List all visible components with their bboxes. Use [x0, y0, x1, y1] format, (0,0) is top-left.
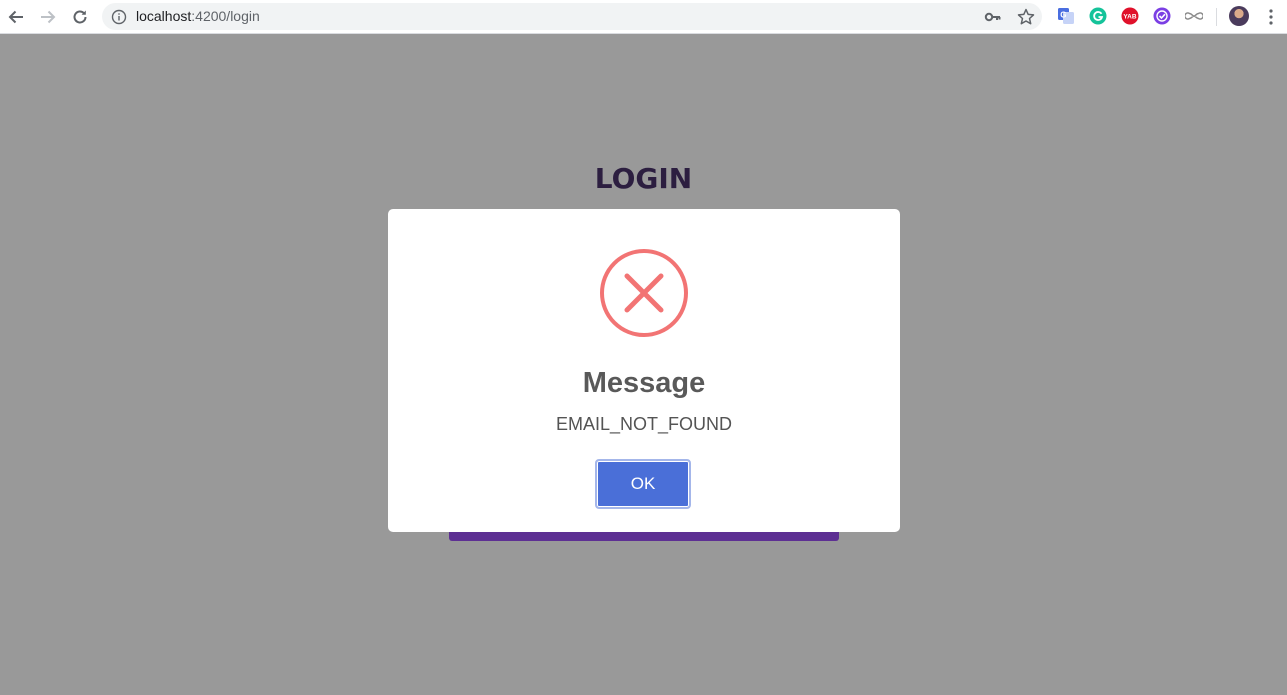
profile-avatar[interactable]	[1229, 6, 1249, 26]
page-title: LOGIN	[594, 162, 693, 195]
url-text: localhost:4200/login	[136, 8, 260, 24]
dialog-message: EMAIL_NOT_FOUND	[555, 414, 733, 434]
alert-dialog: Message EMAIL_NOT_FOUND OK	[388, 209, 900, 532]
svg-text:G: G	[1060, 11, 1066, 20]
dialog-title: Message	[582, 367, 706, 399]
kebab-menu-icon[interactable]	[1263, 7, 1279, 27]
url-host: localhost	[136, 8, 192, 24]
translate-extension-icon[interactable]: G	[1057, 7, 1075, 25]
infinity-extension-icon[interactable]	[1185, 7, 1203, 25]
error-x-icon	[600, 249, 688, 337]
ok-button[interactable]: OK	[595, 459, 691, 509]
address-bar[interactable]: localhost:4200/login	[102, 3, 1042, 30]
checkmark-extension-icon[interactable]	[1153, 7, 1171, 25]
toolbar-separator	[1216, 8, 1217, 26]
info-icon[interactable]	[111, 9, 127, 25]
reload-icon[interactable]	[67, 4, 93, 30]
key-icon[interactable]	[984, 8, 1002, 26]
forward-arrow-icon[interactable]	[35, 4, 61, 30]
svg-text:YAB: YAB	[1123, 14, 1136, 21]
grammarly-extension-icon[interactable]	[1089, 7, 1107, 25]
url-path: :4200/login	[191, 8, 260, 24]
back-arrow-icon[interactable]	[3, 4, 29, 30]
star-icon[interactable]	[1016, 7, 1036, 27]
yab-extension-icon[interactable]: YAB	[1121, 7, 1139, 25]
browser-toolbar: localhost:4200/login G YAB	[0, 0, 1287, 34]
